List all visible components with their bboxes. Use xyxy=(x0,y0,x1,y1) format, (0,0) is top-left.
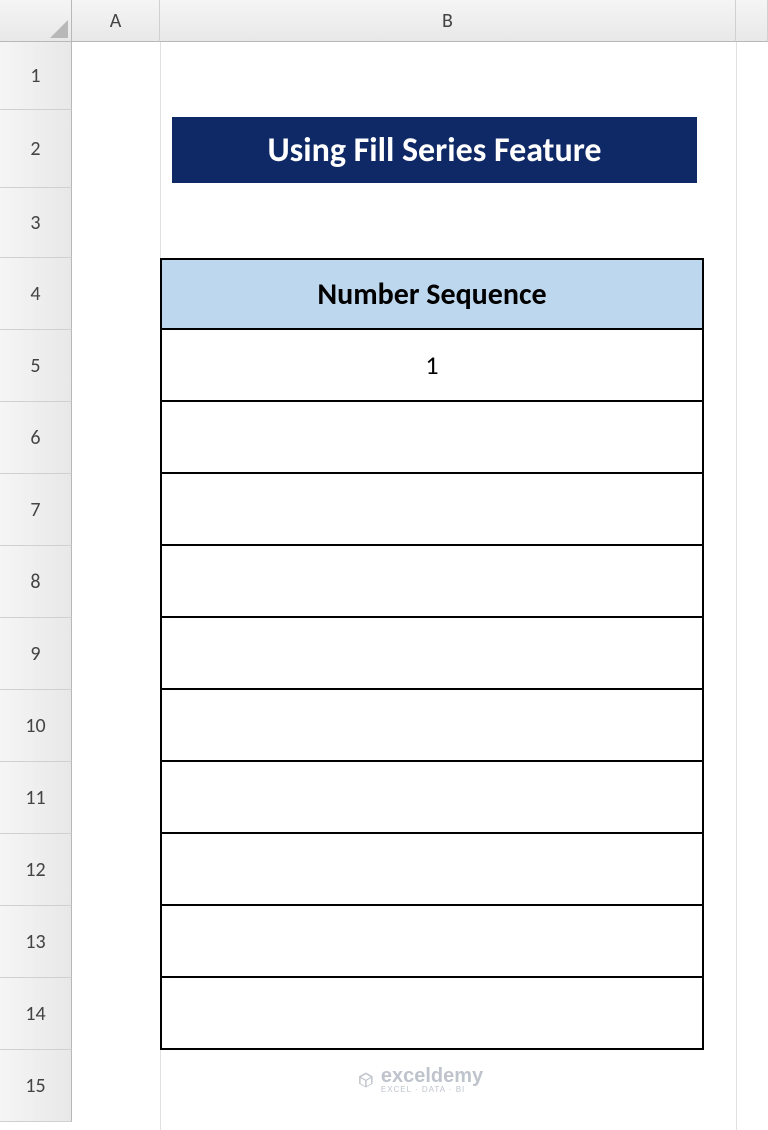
row-header-1[interactable]: 1 xyxy=(0,42,72,110)
select-all-corner[interactable] xyxy=(0,0,72,42)
row-header-14[interactable]: 14 xyxy=(0,978,72,1050)
table-row[interactable] xyxy=(160,906,704,978)
row-header-15[interactable]: 15 xyxy=(0,1050,72,1122)
row-header-13[interactable]: 13 xyxy=(0,906,72,978)
row-header-12[interactable]: 12 xyxy=(0,834,72,906)
row-header-3[interactable]: 3 xyxy=(0,188,72,258)
table-header-cell[interactable]: Number Sequence xyxy=(160,258,704,330)
row-header-11[interactable]: 11 xyxy=(0,762,72,834)
table-row[interactable] xyxy=(160,690,704,762)
row-header-10[interactable]: 10 xyxy=(0,690,72,762)
column-header-b[interactable]: B xyxy=(160,0,736,42)
watermark-tagline: EXCEL · DATA · BI xyxy=(381,1086,483,1094)
table-row[interactable] xyxy=(160,546,704,618)
watermark-brand: exceldemy xyxy=(381,1066,483,1086)
row-header-2[interactable]: 2 xyxy=(0,110,72,188)
row-headers-column: 1 2 3 4 5 6 7 8 9 10 11 12 13 14 15 xyxy=(0,42,72,1130)
table-row[interactable] xyxy=(160,618,704,690)
table-row[interactable] xyxy=(160,402,704,474)
spreadsheet-grid: A B 1 2 3 4 5 6 7 8 9 10 11 12 13 14 15 … xyxy=(0,0,768,1130)
column-header-c-partial[interactable] xyxy=(736,0,768,42)
row-header-9[interactable]: 9 xyxy=(0,618,72,690)
row-header-6[interactable]: 6 xyxy=(0,402,72,474)
cells-area[interactable]: Using Fill Series Feature Number Sequenc… xyxy=(72,42,768,1130)
title-cell[interactable]: Using Fill Series Feature xyxy=(172,117,697,183)
row-header-4[interactable]: 4 xyxy=(0,258,72,330)
row-header-5[interactable]: 5 xyxy=(0,330,72,402)
column-headers-row: A B xyxy=(0,0,768,42)
row-header-7[interactable]: 7 xyxy=(0,474,72,546)
column-header-a[interactable]: A xyxy=(72,0,160,42)
table-row[interactable] xyxy=(160,978,704,1050)
cube-icon xyxy=(357,1071,375,1089)
data-table: Number Sequence 1 xyxy=(160,258,704,1050)
gridline-vertical xyxy=(736,42,737,1130)
table-row[interactable] xyxy=(160,762,704,834)
table-row[interactable]: 1 xyxy=(160,330,704,402)
table-row[interactable] xyxy=(160,474,704,546)
watermark: exceldemy EXCEL · DATA · BI xyxy=(357,1066,483,1094)
table-row[interactable] xyxy=(160,834,704,906)
row-header-8[interactable]: 8 xyxy=(0,546,72,618)
